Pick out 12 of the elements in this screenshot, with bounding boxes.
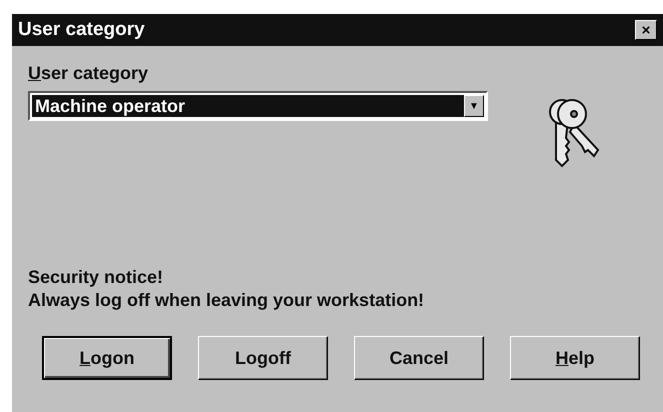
close-button[interactable]: ×: [635, 20, 657, 40]
dialog-button[interactable]: Help: [510, 336, 640, 380]
window-title: User category: [18, 18, 145, 42]
notice-text: Always log off when leaving your workstation!: [28, 289, 426, 312]
field-label: User category: [28, 62, 150, 85]
dropdown-value: Machine operator: [32, 95, 464, 117]
notice-text: Security notice!: [28, 266, 164, 289]
dialog-button[interactable]: Cancel: [354, 336, 484, 380]
dialog-button[interactable]: Logoff: [198, 336, 328, 380]
dropdown-arrow-button[interactable]: ▼: [464, 95, 484, 117]
dialog-button[interactable]: Logon: [42, 336, 172, 380]
category-dropdown[interactable]: Machine operator ▼: [28, 91, 488, 121]
